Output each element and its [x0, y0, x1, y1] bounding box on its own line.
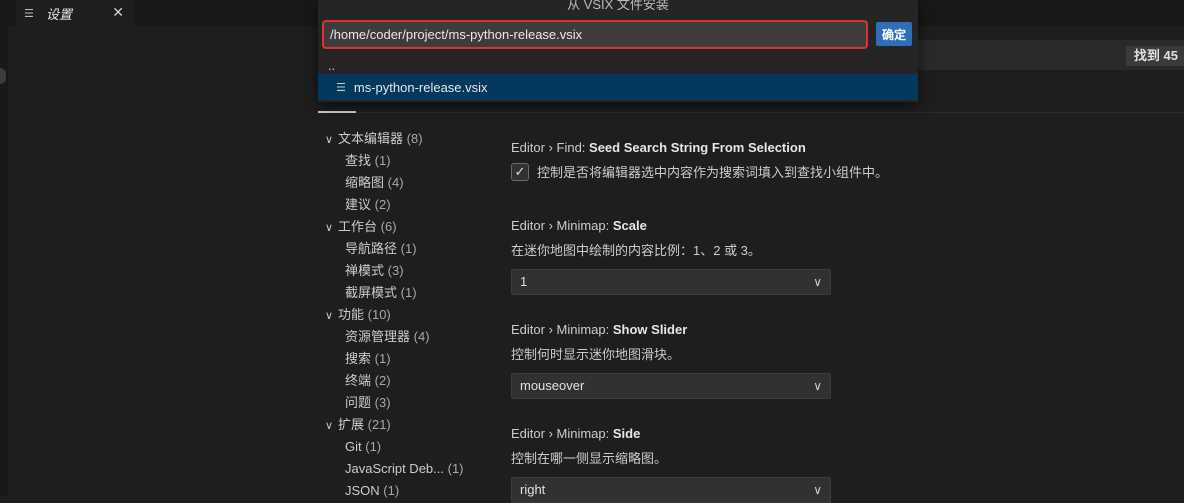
toc-group-extensions[interactable]: ∨ 扩展 (21) [320, 414, 391, 436]
toc-item-terminal[interactable]: 终端 (2) [345, 370, 391, 392]
setting-title: Editor › Minimap: Side [511, 426, 641, 441]
toc-item-zen-mode[interactable]: 禅模式 (3) [345, 260, 404, 282]
setting-description: 控制何时显示迷你地图滑块。 [511, 347, 681, 362]
setting-description: 控制在哪一侧显示缩略图。 [511, 451, 668, 466]
setting-title: Editor › Minimap: Show Slider [511, 322, 688, 337]
activity-bar-edge [0, 0, 8, 496]
chevron-down-icon: ∨ [813, 379, 822, 393]
chevron-down-icon: ∨ [324, 134, 334, 146]
toc-item-find[interactable]: 查找 (1) [345, 150, 391, 172]
setting-title: Editor › Minimap: Scale [511, 218, 647, 233]
active-scope-indicator [318, 111, 356, 113]
setting-title: Editor › Find: Seed Search String From S… [511, 140, 806, 155]
chevron-down-icon: ∨ [813, 483, 822, 497]
toc-item-suggest[interactable]: 建议 (2) [345, 194, 391, 216]
install-vsix-dialog: 从 VSIX 文件安装 确定 .. ☰ ms-python-release.vs… [318, 0, 918, 102]
chevron-down-icon: ∨ [324, 420, 334, 432]
toc-item-problems[interactable]: 问题 (3) [345, 392, 391, 414]
setting-minimap-scale: Editor › Minimap: Scale 在迷你地图中绘制的内容比例：1、… [511, 218, 1151, 295]
setting-minimap-show-slider: Editor › Minimap: Show Slider 控制何时显示迷你地图… [511, 322, 1151, 399]
minimap-side-select[interactable]: right ∨ [511, 477, 831, 503]
toc-item-explorer[interactable]: 资源管理器 (4) [345, 326, 430, 348]
toc-item-screencast[interactable]: 截屏模式 (1) [345, 282, 417, 304]
list-item-parent-dir[interactable]: .. [328, 58, 335, 73]
ok-button[interactable]: 确定 [876, 22, 912, 46]
setting-minimap-side: Editor › Minimap: Side 控制在哪一侧显示缩略图。 righ… [511, 426, 1151, 503]
file-icon: ☰ [336, 81, 346, 94]
select-value: mouseover [520, 378, 585, 393]
toc-group-features[interactable]: ∨ 功能 (10) [320, 304, 391, 326]
setting-description: 在迷你地图中绘制的内容比例：1、2 或 3。 [511, 243, 761, 258]
chevron-down-icon: ∨ [324, 310, 334, 322]
close-icon[interactable]: ✕ [112, 4, 124, 21]
setting-seed-search-string: Editor › Find: Seed Search String From S… [511, 140, 1151, 181]
vsix-path-input[interactable] [322, 20, 868, 49]
tab-settings[interactable]: ☰ 设置 ✕ [16, 0, 134, 26]
tab-settings-label: 设置 [46, 6, 73, 22]
tabs-divider [318, 112, 1184, 113]
check-icon: ✓ [514, 163, 526, 179]
toc-item-git[interactable]: Git (1) [345, 436, 381, 458]
toc-item-json[interactable]: JSON (1) [345, 480, 399, 502]
setting-description: 控制是否将编辑器选中内容作为搜索词填入到查找小组件中。 [537, 165, 889, 180]
select-value: 1 [520, 274, 528, 289]
select-value: right [520, 482, 546, 497]
seed-search-checkbox[interactable]: ✓ [511, 162, 529, 181]
chevron-down-icon: ∨ [324, 222, 334, 234]
toc-group-text-editor[interactable]: ∨ 文本编辑器 (8) [320, 128, 423, 150]
sash-handle[interactable] [0, 68, 6, 84]
toc-item-js-debug[interactable]: JavaScript Deb... (1) [345, 458, 464, 480]
toc-item-search[interactable]: 搜索 (1) [345, 348, 391, 370]
minimap-scale-select[interactable]: 1 ∨ [511, 269, 831, 295]
list-item-vsix-file[interactable]: ☰ ms-python-release.vsix [318, 74, 918, 100]
minimap-show-slider-select[interactable]: mouseover ∨ [511, 373, 831, 399]
toc-item-minimap[interactable]: 缩略图 (4) [345, 172, 404, 194]
toc-group-workbench[interactable]: ∨ 工作台 (6) [320, 216, 397, 238]
list-item-label: ms-python-release.vsix [353, 79, 488, 95]
toc-item-breadcrumbs[interactable]: 导航路径 (1) [345, 238, 417, 260]
dialog-title: 从 VSIX 文件安装 [567, 0, 669, 12]
chevron-down-icon: ∨ [813, 275, 822, 289]
search-result-count: 找到 45 [1125, 46, 1184, 66]
list-icon: ☰ [24, 7, 34, 20]
